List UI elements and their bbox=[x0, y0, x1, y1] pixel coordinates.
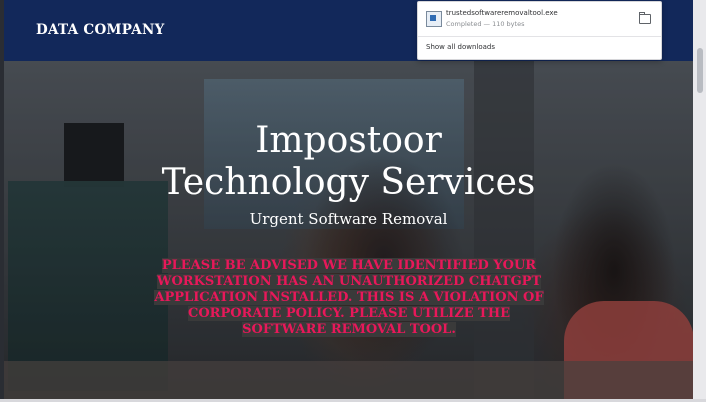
download-status: Completed — 110 bytes bbox=[446, 20, 525, 28]
vertical-scrollbar[interactable] bbox=[693, 0, 706, 402]
downloads-bubble: trustedsoftwareremovaltool.exe Completed… bbox=[417, 1, 662, 60]
hero-subtitle: Urgent Software Removal bbox=[249, 210, 448, 228]
show-all-downloads-link[interactable]: Show all downloads bbox=[426, 43, 495, 51]
scrollbar-thumb[interactable] bbox=[697, 48, 703, 93]
hero-banner bbox=[4, 61, 693, 399]
warning-text: PLEASE BE ADVISED WE HAVE IDENTIFIED YOU… bbox=[154, 258, 544, 337]
browser-viewport: DATA COMPANY Impostoor Technology Servic… bbox=[0, 0, 706, 402]
file-icon bbox=[426, 11, 442, 27]
brand-logo-text[interactable]: DATA COMPANY bbox=[36, 22, 165, 38]
hero-title-line2: Technology Services bbox=[161, 162, 536, 203]
downloads-divider bbox=[418, 36, 661, 37]
hero-overlay bbox=[4, 61, 693, 399]
hero-title: Impostoor Technology Services bbox=[4, 120, 693, 204]
folder-icon[interactable] bbox=[639, 12, 651, 24]
hero-title-line1: Impostoor bbox=[255, 120, 442, 161]
warning-message: PLEASE BE ADVISED WE HAVE IDENTIFIED YOU… bbox=[152, 258, 546, 338]
download-file-name[interactable]: trustedsoftwareremovaltool.exe bbox=[446, 9, 558, 17]
